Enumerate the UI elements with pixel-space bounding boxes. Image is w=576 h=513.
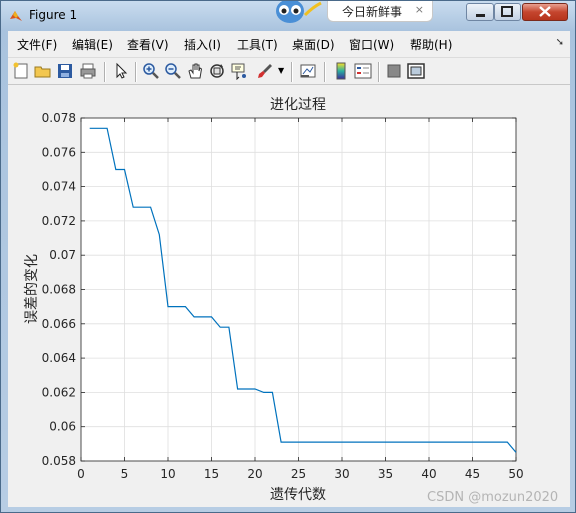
- menu-help[interactable]: 帮助(H): [410, 36, 452, 53]
- toolbar-separator: [135, 62, 137, 82]
- toolbar-separator: [104, 62, 106, 82]
- y-axis-label: 误差的变化: [24, 254, 40, 324]
- toolbar-separator: [378, 62, 380, 82]
- y-tick-label: 0.058: [42, 454, 76, 468]
- rotate-3d-icon[interactable]: [208, 62, 226, 80]
- window-title: Figure 1: [29, 8, 78, 22]
- x-tick-label: 35: [378, 467, 393, 481]
- y-tick-label: 0.076: [42, 145, 76, 159]
- menu-bar: 文件(F) 编辑(E) 查看(V) 插入(I) 工具(T) 桌面(D) 窗口(W…: [8, 31, 570, 57]
- y-tick-label: 0.072: [42, 214, 76, 228]
- minimize-button[interactable]: [466, 3, 494, 21]
- data-cursor-icon[interactable]: [230, 62, 248, 80]
- edit-plot-icon[interactable]: [112, 62, 130, 80]
- print-icon[interactable]: [79, 62, 97, 80]
- zoom-in-icon[interactable]: [142, 62, 160, 80]
- y-tick-label: 0.078: [42, 111, 76, 125]
- watermark-text: CSDN @mozun2020: [427, 490, 559, 505]
- x-tick-label: 10: [160, 467, 175, 481]
- x-axis-label: 遗传代数: [270, 487, 326, 503]
- x-tick-label: 0: [77, 467, 85, 481]
- x-tick-label: 30: [334, 467, 349, 481]
- brush-dropdown-arrow-icon[interactable]: ▼: [278, 66, 284, 75]
- y-tick-label: 0.062: [42, 385, 76, 399]
- menu-window[interactable]: 窗口(W): [349, 36, 394, 53]
- notification-text: 今日新鲜事: [342, 5, 403, 19]
- close-button[interactable]: [522, 3, 568, 21]
- menu-desktop[interactable]: 桌面(D): [292, 36, 335, 53]
- menu-insert[interactable]: 插入(I): [184, 36, 221, 53]
- x-tick-label: 50: [508, 467, 523, 481]
- figure-canvas[interactable]: 0 5 10 15 20 25 30 35 40 45 50 0.058 0.06 0.062 0.064 0…: [8, 85, 570, 507]
- figure-window: Figure 1 今日新鲜事 × 文件(F) 编辑(E) 查看(V) 插入(I)…: [0, 0, 576, 513]
- menu-edit[interactable]: 编辑(E): [72, 36, 113, 53]
- minimize-icon: [476, 14, 485, 17]
- notification-popup[interactable]: 今日新鲜事 ×: [327, 1, 433, 22]
- notification-close-button[interactable]: ×: [415, 3, 424, 16]
- maximize-button[interactable]: [494, 3, 521, 21]
- pan-icon[interactable]: [186, 62, 204, 80]
- menu-file[interactable]: 文件(F): [17, 36, 57, 53]
- y-tick-label: 0.07: [49, 248, 76, 262]
- y-tick-label: 0.06: [49, 420, 76, 434]
- title-bar[interactable]: Figure 1 今日新鲜事 ×: [1, 1, 575, 31]
- legend-icon[interactable]: [354, 62, 372, 80]
- open-file-icon[interactable]: [34, 62, 52, 80]
- toolbar-separator: [324, 62, 326, 82]
- link-plot-icon[interactable]: [299, 62, 317, 80]
- close-icon: [539, 6, 551, 17]
- matlab-app-icon: [10, 11, 22, 21]
- x-tick-label: 20: [247, 467, 262, 481]
- x-tick-label: 5: [121, 467, 129, 481]
- x-tick-label: 45: [465, 467, 480, 481]
- brush-icon[interactable]: [256, 62, 274, 80]
- notification-mascot-icon: [276, 1, 322, 23]
- new-figure-icon[interactable]: [12, 62, 30, 80]
- menu-view[interactable]: 查看(V): [127, 36, 169, 53]
- hide-plot-tools-icon[interactable]: [385, 62, 403, 80]
- menu-dock-arrow-icon[interactable]: ➘: [556, 37, 564, 48]
- show-plot-tools-icon[interactable]: [407, 62, 425, 80]
- figure-toolbar: ▼: [8, 57, 570, 85]
- x-tick-label: 40: [421, 467, 436, 481]
- maximize-icon: [501, 6, 513, 17]
- colorbar-icon[interactable]: [332, 62, 350, 80]
- y-tick-label: 0.068: [42, 283, 76, 297]
- toolbar-separator: [291, 62, 293, 82]
- save-icon[interactable]: [56, 62, 74, 80]
- menu-tools[interactable]: 工具(T): [237, 36, 278, 53]
- plot-area[interactable]: 0 5 10 15 20 25 30 35 40 45 50 0.058 0.06 0.062 0.064 0…: [8, 85, 570, 507]
- zoom-out-icon[interactable]: [164, 62, 182, 80]
- x-tick-label: 15: [204, 467, 219, 481]
- x-tick-label: 25: [291, 467, 306, 481]
- y-tick-label: 0.066: [42, 317, 76, 331]
- chart-title: 进化过程: [270, 97, 326, 113]
- y-tick-label: 0.074: [42, 180, 76, 194]
- y-tick-label: 0.064: [42, 351, 76, 365]
